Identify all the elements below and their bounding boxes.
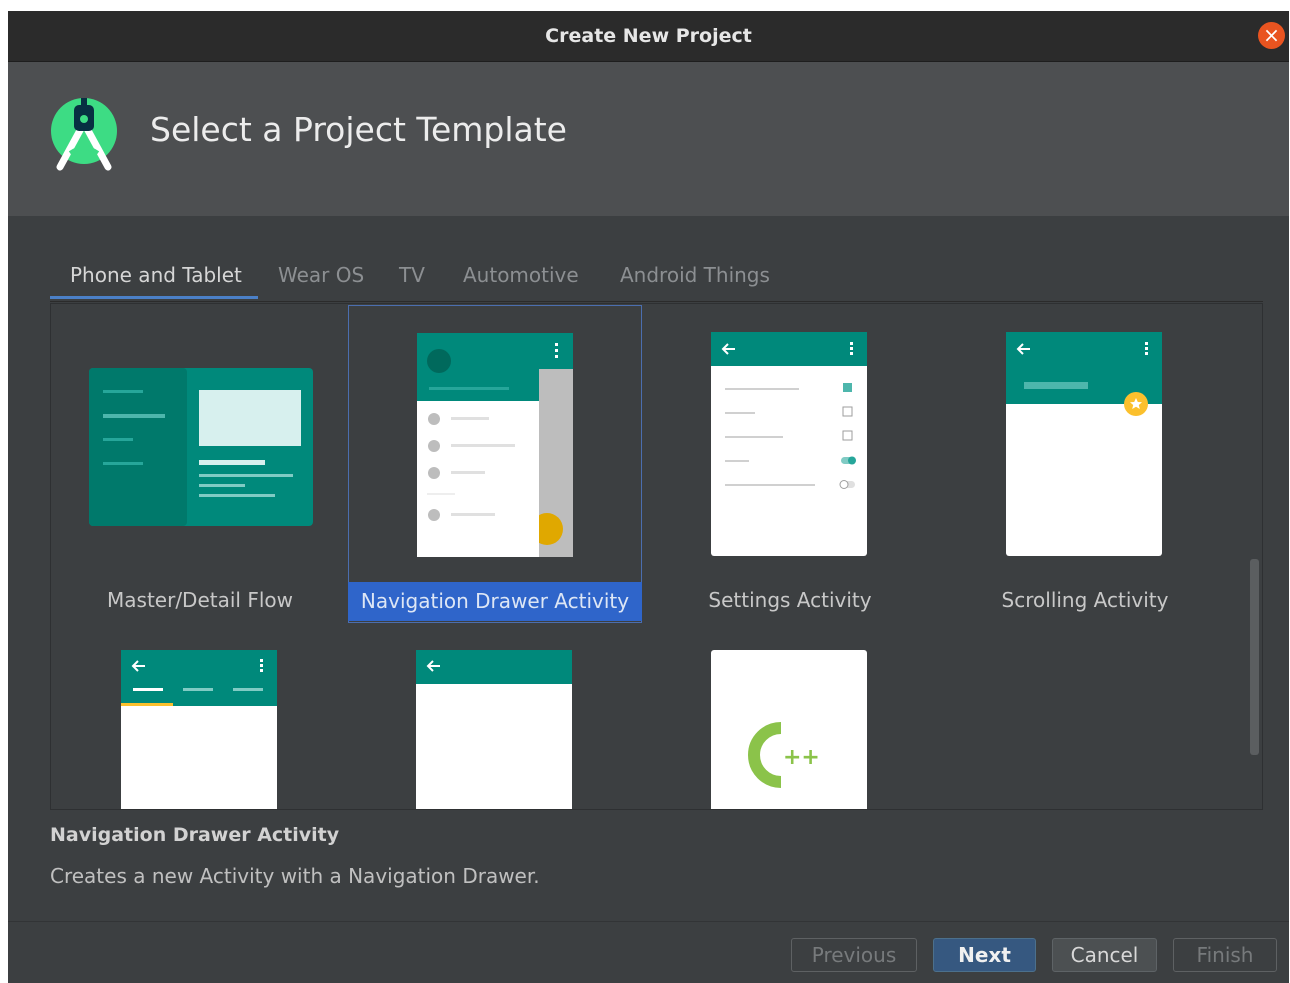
scrolling-thumbnail — [1006, 332, 1162, 556]
android-studio-logo — [51, 98, 117, 171]
template-label: Master/Detail Flow — [107, 588, 293, 612]
previous-button[interactable]: Previous — [791, 938, 917, 972]
footer-divider — [8, 921, 1289, 922]
next-button[interactable]: Next — [933, 938, 1036, 972]
template-card-settings[interactable]: Settings Activity — [643, 306, 937, 624]
tab-tv[interactable]: TV — [399, 263, 425, 287]
template-label: Navigation Drawer Activity — [348, 582, 642, 621]
master-detail-thumbnail — [89, 368, 313, 526]
description-title: Navigation Drawer Activity — [50, 824, 340, 846]
navigation-drawer-thumbnail — [417, 333, 573, 557]
template-card-navigation-drawer[interactable]: Navigation Drawer Activity — [348, 305, 642, 623]
tab-automotive[interactable]: Automotive — [463, 263, 579, 287]
template-label: Scrolling Activity — [1001, 588, 1169, 612]
cancel-button[interactable]: Cancel — [1052, 938, 1157, 972]
close-icon[interactable]: × — [1258, 22, 1285, 49]
template-label: Settings Activity — [708, 588, 872, 612]
settings-thumbnail — [711, 332, 867, 556]
svg-text:++: ++ — [783, 745, 820, 770]
tabbed-thumbnail — [121, 650, 277, 809]
template-card-scrolling[interactable]: Scrolling Activity — [938, 306, 1232, 624]
tab-android-things[interactable]: Android Things — [620, 263, 770, 287]
template-card-basic[interactable] — [348, 626, 642, 809]
window-title: Create New Project — [545, 25, 752, 47]
title-bar: Create New Project × — [8, 11, 1289, 62]
tab-phone-and-tablet[interactable]: Phone and Tablet — [70, 263, 242, 287]
template-gallery: Master/Detail Flow Navigation Drawer Act… — [50, 303, 1263, 810]
active-tab-indicator — [50, 296, 258, 299]
template-card-tabbed[interactable] — [53, 626, 347, 809]
basic-thumbnail — [416, 650, 572, 809]
header-banner: Select a Project Template — [8, 62, 1289, 216]
page-title: Select a Project Template — [150, 110, 567, 149]
template-card-master-detail[interactable]: Master/Detail Flow — [53, 306, 347, 624]
tab-wear-os[interactable]: Wear OS — [278, 263, 364, 287]
finish-button[interactable]: Finish — [1173, 938, 1277, 972]
gallery-scrollbar[interactable] — [1250, 559, 1259, 755]
tabs-divider — [50, 301, 1263, 302]
template-card-native-cpp[interactable]: ++ — [643, 626, 937, 809]
description-text: Creates a new Activity with a Navigation… — [50, 864, 540, 888]
create-project-dialog: Create New Project × Select a Project Te… — [8, 11, 1289, 983]
cpp-thumbnail: ++ — [711, 650, 867, 809]
